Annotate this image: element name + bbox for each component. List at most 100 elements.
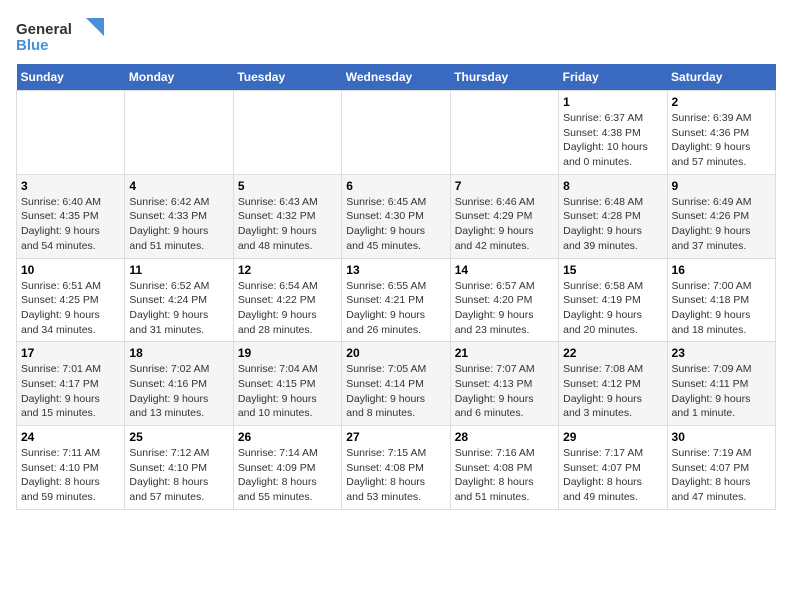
column-header-saturday: Saturday	[667, 64, 775, 91]
day-info: Sunrise: 6:45 AM Sunset: 4:30 PM Dayligh…	[346, 195, 445, 254]
calendar-cell: 12Sunrise: 6:54 AM Sunset: 4:22 PM Dayli…	[233, 258, 341, 342]
calendar-cell: 6Sunrise: 6:45 AM Sunset: 4:30 PM Daylig…	[342, 174, 450, 258]
column-header-tuesday: Tuesday	[233, 64, 341, 91]
day-number: 4	[129, 179, 228, 193]
day-info: Sunrise: 6:43 AM Sunset: 4:32 PM Dayligh…	[238, 195, 337, 254]
day-number: 11	[129, 263, 228, 277]
calendar-cell: 21 Sunrise: 7:07 AM Sunset: 4:13 PM Dayli…	[450, 342, 558, 426]
calendar-cell: 23 Sunrise: 7:09 AM Sunset: 4:11 PM Dayli…	[667, 342, 775, 426]
calendar-cell	[450, 91, 558, 175]
day-info: Sunrise: 7:02 AM Sunset: 4:16 PM Dayligh…	[129, 362, 228, 421]
day-number: 5	[238, 179, 337, 193]
day-info: Sunrise: 6:37 AM Sunset: 4:38 PM Dayligh…	[563, 111, 662, 170]
calendar-cell: 18 Sunrise: 7:02 AM Sunset: 4:16 PM Dayli…	[125, 342, 233, 426]
calendar-cell: 17 Sunrise: 7:01 AM Sunset: 4:17 PM Dayli…	[17, 342, 125, 426]
day-number: 19	[238, 346, 337, 360]
calendar-week-row: 1 Sunrise: 6:37 AM Sunset: 4:38 PM Daylig…	[17, 91, 776, 175]
day-info: Sunrise: 7:19 AM Sunset: 4:07 PM Dayligh…	[672, 446, 771, 505]
calendar-week-row: 3 Sunrise: 6:40 AM Sunset: 4:35 PM Daylig…	[17, 174, 776, 258]
column-header-monday: Monday	[125, 64, 233, 91]
day-number: 15	[563, 263, 662, 277]
day-info: Sunrise: 7:15 AM Sunset: 4:08 PM Dayligh…	[346, 446, 445, 505]
day-info: Sunrise: 6:39 AM Sunset: 4:36 PM Dayligh…	[672, 111, 771, 170]
calendar-cell: 1 Sunrise: 6:37 AM Sunset: 4:38 PM Daylig…	[559, 91, 667, 175]
column-header-sunday: Sunday	[17, 64, 125, 91]
day-info: Sunrise: 7:11 AM Sunset: 4:10 PM Dayligh…	[21, 446, 120, 505]
day-number: 17	[21, 346, 120, 360]
calendar-cell: 2Sunrise: 6:39 AM Sunset: 4:36 PM Daylig…	[667, 91, 775, 175]
calendar-cell: 20 Sunrise: 7:05 AM Sunset: 4:14 PM Dayli…	[342, 342, 450, 426]
day-info: Sunrise: 6:48 AM Sunset: 4:28 PM Dayligh…	[563, 195, 662, 254]
calendar-table: SundayMondayTuesdayWednesdayThursdayFrid…	[16, 64, 776, 510]
calendar-cell: 25 Sunrise: 7:12 AM Sunset: 4:10 PM Dayli…	[125, 426, 233, 510]
calendar-week-row: 24 Sunrise: 7:11 AM Sunset: 4:10 PM Dayli…	[17, 426, 776, 510]
day-info: Sunrise: 6:49 AM Sunset: 4:26 PM Dayligh…	[672, 195, 771, 254]
day-number: 18	[129, 346, 228, 360]
calendar-week-row: 17 Sunrise: 7:01 AM Sunset: 4:17 PM Dayli…	[17, 342, 776, 426]
day-info: Sunrise: 7:08 AM Sunset: 4:12 PM Dayligh…	[563, 362, 662, 421]
calendar-cell: 22 Sunrise: 7:08 AM Sunset: 4:12 PM Dayli…	[559, 342, 667, 426]
day-info: Sunrise: 7:05 AM Sunset: 4:14 PM Dayligh…	[346, 362, 445, 421]
day-info: Sunrise: 7:01 AM Sunset: 4:17 PM Dayligh…	[21, 362, 120, 421]
column-header-thursday: Thursday	[450, 64, 558, 91]
day-number: 22	[563, 346, 662, 360]
calendar-cell	[125, 91, 233, 175]
day-number: 25	[129, 430, 228, 444]
calendar-cell	[233, 91, 341, 175]
page-header: GeneralBlue	[16, 16, 776, 56]
calendar-week-row: 10Sunrise: 6:51 AM Sunset: 4:25 PM Dayli…	[17, 258, 776, 342]
day-number: 1	[563, 95, 662, 109]
calendar-cell: 29Sunrise: 7:17 AM Sunset: 4:07 PM Dayli…	[559, 426, 667, 510]
calendar-cell: 5 Sunrise: 6:43 AM Sunset: 4:32 PM Daylig…	[233, 174, 341, 258]
day-info: Sunrise: 6:46 AM Sunset: 4:29 PM Dayligh…	[455, 195, 554, 254]
calendar-cell: 8 Sunrise: 6:48 AM Sunset: 4:28 PM Daylig…	[559, 174, 667, 258]
day-info: Sunrise: 6:54 AM Sunset: 4:22 PM Dayligh…	[238, 279, 337, 338]
calendar-cell: 30 Sunrise: 7:19 AM Sunset: 4:07 PM Dayli…	[667, 426, 775, 510]
column-header-friday: Friday	[559, 64, 667, 91]
day-number: 8	[563, 179, 662, 193]
day-number: 7	[455, 179, 554, 193]
day-number: 28	[455, 430, 554, 444]
calendar-cell: 7 Sunrise: 6:46 AM Sunset: 4:29 PM Daylig…	[450, 174, 558, 258]
day-number: 3	[21, 179, 120, 193]
day-number: 9	[672, 179, 771, 193]
day-number: 26	[238, 430, 337, 444]
logo: GeneralBlue	[16, 16, 106, 56]
day-info: Sunrise: 7:04 AM Sunset: 4:15 PM Dayligh…	[238, 362, 337, 421]
calendar-cell: 26 Sunrise: 7:14 AM Sunset: 4:09 PM Dayli…	[233, 426, 341, 510]
day-info: Sunrise: 6:55 AM Sunset: 4:21 PM Dayligh…	[346, 279, 445, 338]
calendar-cell: 24 Sunrise: 7:11 AM Sunset: 4:10 PM Dayli…	[17, 426, 125, 510]
day-number: 30	[672, 430, 771, 444]
calendar-cell: 13 Sunrise: 6:55 AM Sunset: 4:21 PM Dayli…	[342, 258, 450, 342]
calendar-cell: 11Sunrise: 6:52 AM Sunset: 4:24 PM Dayli…	[125, 258, 233, 342]
day-number: 14	[455, 263, 554, 277]
day-info: Sunrise: 7:14 AM Sunset: 4:09 PM Dayligh…	[238, 446, 337, 505]
calendar-cell	[17, 91, 125, 175]
calendar-cell: 19 Sunrise: 7:04 AM Sunset: 4:15 PM Dayli…	[233, 342, 341, 426]
calendar-cell: 28 Sunrise: 7:16 AM Sunset: 4:08 PM Dayli…	[450, 426, 558, 510]
day-number: 13	[346, 263, 445, 277]
svg-text:General: General	[16, 21, 72, 38]
calendar-cell: 4Sunrise: 6:42 AM Sunset: 4:33 PM Daylig…	[125, 174, 233, 258]
day-info: Sunrise: 6:58 AM Sunset: 4:19 PM Dayligh…	[563, 279, 662, 338]
day-number: 21	[455, 346, 554, 360]
day-number: 27	[346, 430, 445, 444]
calendar-cell: 3 Sunrise: 6:40 AM Sunset: 4:35 PM Daylig…	[17, 174, 125, 258]
day-info: Sunrise: 6:57 AM Sunset: 4:20 PM Dayligh…	[455, 279, 554, 338]
calendar-cell: 9 Sunrise: 6:49 AM Sunset: 4:26 PM Daylig…	[667, 174, 775, 258]
day-number: 16	[672, 263, 771, 277]
calendar-cell	[342, 91, 450, 175]
day-number: 23	[672, 346, 771, 360]
day-number: 24	[21, 430, 120, 444]
calendar-cell: 14 Sunrise: 6:57 AM Sunset: 4:20 PM Dayli…	[450, 258, 558, 342]
day-info: Sunrise: 7:12 AM Sunset: 4:10 PM Dayligh…	[129, 446, 228, 505]
day-info: Sunrise: 7:16 AM Sunset: 4:08 PM Dayligh…	[455, 446, 554, 505]
day-number: 29	[563, 430, 662, 444]
calendar-cell: 15 Sunrise: 6:58 AM Sunset: 4:19 PM Dayli…	[559, 258, 667, 342]
day-number: 20	[346, 346, 445, 360]
day-info: Sunrise: 6:40 AM Sunset: 4:35 PM Dayligh…	[21, 195, 120, 254]
logo-svg: GeneralBlue	[16, 16, 106, 56]
calendar-header-row: SundayMondayTuesdayWednesdayThursdayFrid…	[17, 64, 776, 91]
day-info: Sunrise: 7:09 AM Sunset: 4:11 PM Dayligh…	[672, 362, 771, 421]
day-info: Sunrise: 7:07 AM Sunset: 4:13 PM Dayligh…	[455, 362, 554, 421]
